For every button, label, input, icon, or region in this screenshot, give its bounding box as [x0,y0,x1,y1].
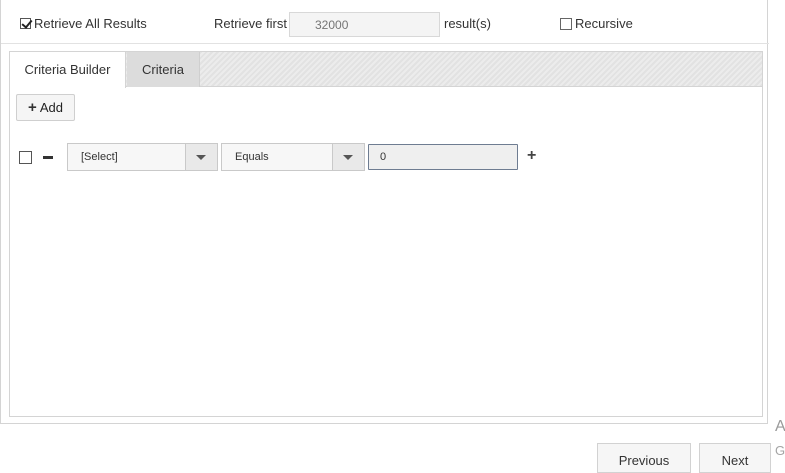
retrieve-all-label: Retrieve All Results [34,16,147,31]
retrieve-all-checkbox[interactable] [20,18,31,30]
field-select[interactable]: [Select] [67,143,218,171]
recursive-option[interactable]: Recursive [560,16,633,31]
field-select-value: [Select] [81,151,118,163]
add-criteria-button[interactable]: + Add [16,94,75,121]
results-suffix-label: result(s) [444,16,491,31]
previous-button[interactable]: Previous [597,443,691,473]
tab-criteria[interactable]: Criteria [127,52,200,87]
tab-strip: Criteria Builder Criteria [10,52,762,88]
recursive-label: Recursive [575,16,633,31]
retrieve-first-label: Retrieve first [214,16,287,31]
retrieve-options-bar: Retrieve All Results Retrieve first resu… [1,0,769,44]
operator-select-value: Equals [235,151,269,163]
add-button-label: Add [39,100,63,115]
add-row-plus-icon[interactable]: + [527,148,536,164]
plus-icon: + [28,99,37,116]
criteria-row-checkbox[interactable] [19,151,32,164]
criteria-value-input[interactable] [368,144,518,170]
clipped-side-text-a: A [775,418,785,435]
operator-select[interactable]: Equals [221,143,365,171]
clipped-side-text-g: G [775,443,785,458]
retrieve-first-input[interactable] [289,12,440,37]
criteria-panel: Criteria Builder Criteria + Add [Select]… [9,51,763,417]
field-select-chevron-down-icon[interactable] [185,144,217,170]
tab-criteria-builder[interactable]: Criteria Builder [10,52,126,88]
operator-select-chevron-down-icon[interactable] [332,144,364,170]
remove-row-minus-icon[interactable] [43,156,53,159]
query-options-container: Retrieve All Results Retrieve first resu… [0,0,769,424]
retrieve-all-option[interactable]: Retrieve All Results [20,16,147,31]
recursive-checkbox[interactable] [560,17,572,30]
next-button[interactable]: Next [699,443,771,473]
